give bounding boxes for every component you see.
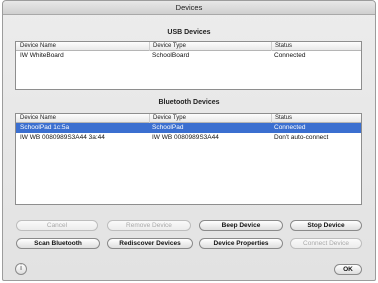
- usb-table-header: Device Name Device Type Status: [16, 42, 361, 51]
- bt-table-row-selected[interactable]: SchoolPad 1c:5a SchoolPad Connected: [16, 123, 361, 133]
- usb-col-status[interactable]: Status: [271, 42, 356, 51]
- bt-row-type: SchoolPad: [152, 124, 184, 131]
- remove-device-button[interactable]: Remove Device: [107, 220, 191, 231]
- usb-devices-table: Device Name Device Type Status IW WhiteB…: [15, 41, 362, 90]
- bt-row-status: Don't auto-connect: [274, 134, 329, 141]
- bt-col-device-name[interactable]: Device Name: [20, 114, 148, 123]
- bt-col-device-type[interactable]: Device Type: [149, 114, 269, 123]
- bt-row-status: Connected: [274, 124, 306, 131]
- bluetooth-devices-heading: Bluetooth Devices: [158, 99, 220, 106]
- usb-row-status: Connected: [274, 52, 306, 59]
- bt-table-header: Device Name Device Type Status: [16, 114, 361, 123]
- usb-devices-heading: USB Devices: [167, 29, 211, 36]
- bt-row-name: SchoolPad 1c:5a: [20, 124, 70, 131]
- devices-window: Devices USB Devices Device Name Device T…: [2, 0, 376, 281]
- usb-row-name: IW WhiteBoard: [20, 52, 64, 59]
- beep-device-button[interactable]: Beep Device: [199, 220, 283, 231]
- help-icon[interactable]: i: [15, 263, 27, 275]
- ok-button[interactable]: OK: [334, 264, 362, 275]
- usb-col-device-type[interactable]: Device Type: [149, 42, 269, 51]
- bt-row-name: IW WB 0080989S3A44 3a:44: [20, 134, 105, 141]
- usb-table-row[interactable]: IW WhiteBoard SchoolBoard Connected: [16, 51, 361, 61]
- connect-device-button[interactable]: Connect Device: [290, 238, 362, 249]
- usb-col-device-name[interactable]: Device Name: [20, 42, 148, 51]
- bt-table-row[interactable]: IW WB 0080989S3A44 3a:44 IW WB 0080989S3…: [16, 133, 361, 143]
- device-properties-button[interactable]: Device Properties: [199, 238, 283, 249]
- rediscover-devices-button[interactable]: Rediscover Devices: [107, 238, 193, 249]
- cancel-button[interactable]: Cancel: [16, 220, 98, 231]
- window-title: Devices: [3, 1, 375, 15]
- bluetooth-devices-table: Device Name Device Type Status SchoolPad…: [15, 113, 362, 205]
- bt-row-type: IW WB 0080989S3A44: [152, 134, 219, 141]
- bt-col-status[interactable]: Status: [271, 114, 356, 123]
- usb-row-type: SchoolBoard: [152, 52, 190, 59]
- stop-device-button[interactable]: Stop Device: [290, 220, 362, 231]
- scan-bluetooth-button[interactable]: Scan Bluetooth: [16, 238, 100, 249]
